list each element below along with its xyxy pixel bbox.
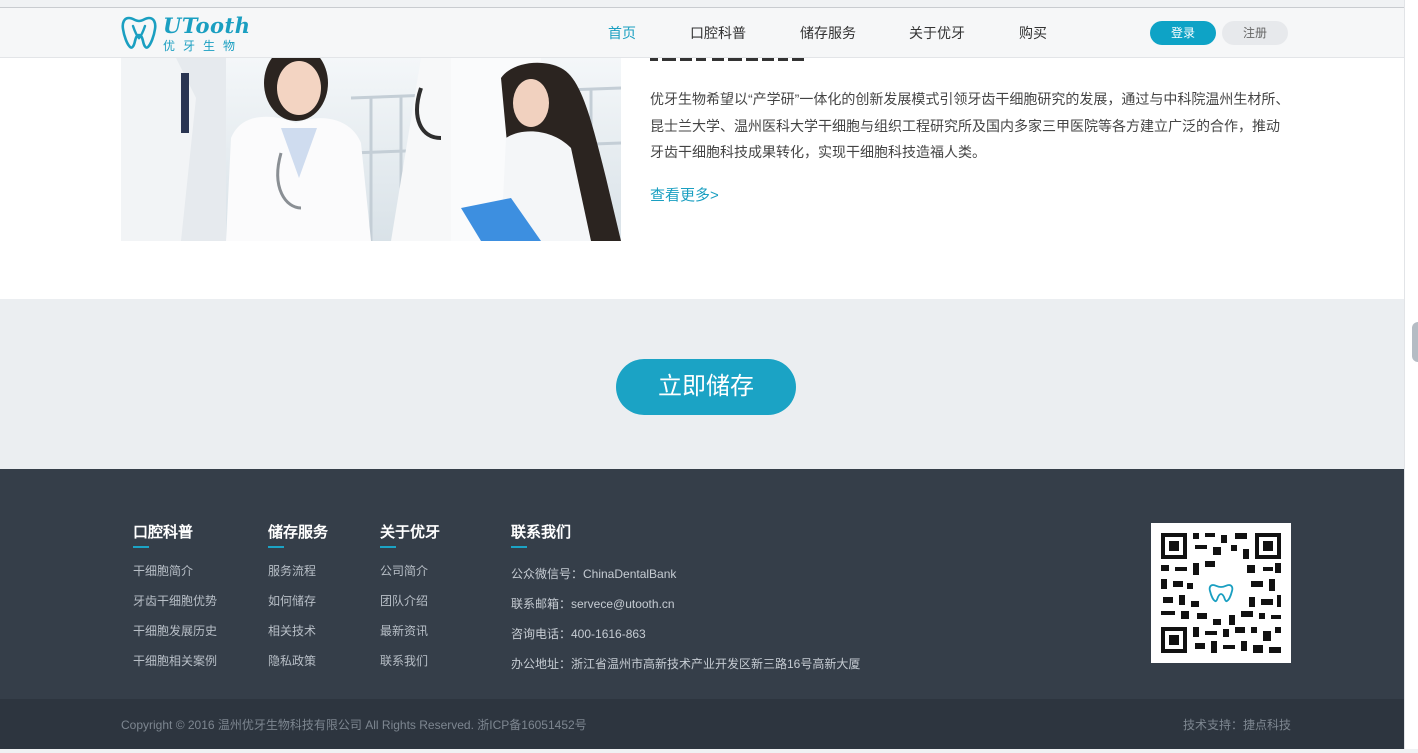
tech-support-link[interactable]: 技术支持：捷点科技 — [1183, 716, 1291, 733]
nav-home[interactable]: 首页 — [608, 8, 636, 58]
footer-link[interactable]: 相关技术 — [268, 622, 316, 639]
footer-link[interactable]: 干细胞相关案例 — [133, 652, 217, 669]
register-button[interactable]: 注册 — [1222, 21, 1288, 45]
about-paragraph: 优牙生物希望以“产学研”一体化的创新发展模式引领牙齿干细胞研究的发展，通过与中科… — [650, 91, 1290, 160]
tooth-logo-icon — [121, 16, 157, 49]
browser-bottom-edge — [0, 749, 1418, 753]
footer-link[interactable]: 如何储存 — [268, 592, 316, 609]
footer-link[interactable]: 最新资讯 — [380, 622, 428, 639]
qr-code-graphic — [1151, 523, 1291, 663]
logo-subtitle: 优牙生物 — [163, 39, 244, 53]
login-button[interactable]: 登录 — [1150, 21, 1216, 45]
cta-section: 立即储存 — [0, 299, 1404, 469]
contact-wechat: 公众微信号：ChinaDentalBank — [511, 567, 677, 581]
footer-link[interactable]: 隐私政策 — [268, 652, 316, 669]
contact-email[interactable]: 联系邮箱：servece@utooth.cn — [511, 595, 675, 612]
footer-contact-title: 联系我们 — [511, 524, 572, 541]
side-float-tab[interactable] — [1412, 322, 1418, 362]
title-underline — [511, 546, 527, 548]
contact-phone: 咨询电话：400-1616-863 — [511, 627, 646, 641]
footer-col-about-title: 关于优牙 — [380, 524, 441, 541]
title-underline — [380, 546, 396, 548]
footer-link[interactable]: 联系我们 — [380, 652, 428, 669]
nav-about[interactable]: 关于优牙 — [909, 8, 965, 58]
store-now-button[interactable]: 立即储存 — [616, 359, 796, 415]
logo-wordmark: UTooth — [163, 13, 251, 38]
browser-top-edge — [0, 0, 1418, 8]
title-underline — [268, 546, 284, 548]
footer-link[interactable]: 干细胞发展历史 — [133, 622, 217, 639]
doctors-photo — [121, 58, 621, 241]
footer-link[interactable]: 公司简介 — [380, 562, 428, 579]
nav-oral-science[interactable]: 口腔科普 — [690, 8, 746, 58]
site-logo[interactable]: UTooth 优牙生物 — [121, 13, 251, 54]
footer-link[interactable]: 牙齿干细胞优势 — [133, 592, 217, 609]
nav-storage-service[interactable]: 储存服务 — [800, 8, 856, 58]
doctors-illustration — [121, 58, 621, 241]
footer-link[interactable]: 干细胞简介 — [133, 562, 193, 579]
nav-buy[interactable]: 购买 — [1019, 8, 1047, 58]
footer-link[interactable]: 服务流程 — [268, 562, 316, 579]
footer-col-oral-title: 口腔科普 — [133, 524, 194, 541]
footer-bottom-bar: Copyright © 2016 温州优牙生物科技有限公司 All Rights… — [0, 699, 1404, 749]
page-scrollbar[interactable] — [1404, 0, 1418, 753]
site-footer: 口腔科普 干细胞简介 牙齿干细胞优势 干细胞发展历史 干细胞相关案例 储存服务 … — [0, 469, 1404, 699]
title-underline — [133, 546, 149, 548]
copyright-text: Copyright © 2016 温州优牙生物科技有限公司 All Rights… — [121, 718, 587, 732]
footer-link[interactable]: 团队介绍 — [380, 592, 428, 609]
footer-col-storage-title: 储存服务 — [268, 524, 329, 541]
wechat-qr-code — [1151, 523, 1291, 663]
view-more-link[interactable]: 查看更多> — [650, 184, 719, 205]
contact-address: 办公地址：浙江省温州市高新技术产业开发区新三路16号高新大厦 — [511, 657, 861, 671]
site-header: UTooth 优牙生物 首页 口腔科普 储存服务 关于优牙 购买 登录 注册 — [0, 8, 1404, 58]
